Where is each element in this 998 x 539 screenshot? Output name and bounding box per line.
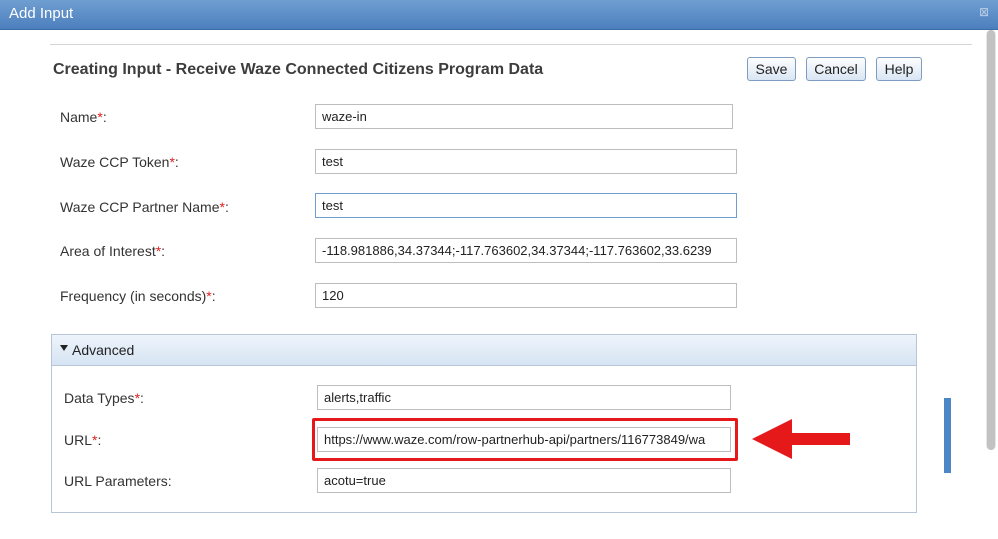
required-marker: * xyxy=(97,109,103,125)
url-parameters-field[interactable] xyxy=(317,468,731,493)
window-title: Add Input xyxy=(9,5,74,22)
divider xyxy=(50,44,972,45)
token-label: Waze CCP Token*: xyxy=(60,154,179,170)
required-marker: * xyxy=(206,288,212,304)
required-marker: * xyxy=(134,390,141,406)
name-label: Name*: xyxy=(60,109,107,125)
scrollbar-thumb[interactable] xyxy=(987,30,995,450)
window-titlebar: Add Input ⊠ xyxy=(0,0,998,30)
area-of-interest-field[interactable] xyxy=(315,238,737,263)
url-highlight-box xyxy=(312,418,738,461)
required-marker: * xyxy=(155,243,162,259)
frequency-field[interactable] xyxy=(315,283,737,308)
url-label: URL*: xyxy=(64,432,102,448)
scrollbar[interactable] xyxy=(986,30,996,450)
data-types-label: Data Types*: xyxy=(64,390,144,406)
partner-name-field[interactable] xyxy=(315,193,737,218)
name-field[interactable] xyxy=(315,104,733,129)
required-marker: * xyxy=(219,199,225,215)
data-types-field[interactable] xyxy=(317,385,731,410)
arrow-left-icon xyxy=(752,419,850,459)
required-marker: * xyxy=(169,154,175,170)
save-button[interactable]: Save xyxy=(747,57,796,81)
advanced-header[interactable]: Advanced xyxy=(52,335,916,366)
url-parameters-label: URL Parameters: xyxy=(64,473,172,489)
close-icon[interactable]: ⊠ xyxy=(979,5,989,19)
required-marker: * xyxy=(92,432,98,448)
token-field[interactable] xyxy=(315,149,737,174)
caret-down-icon[interactable] xyxy=(60,345,68,351)
area-of-interest-label: Area of Interest*: xyxy=(60,243,166,259)
help-button[interactable]: Help xyxy=(876,57,922,81)
partner-name-label: Waze CCP Partner Name*: xyxy=(60,199,229,215)
cancel-button[interactable]: Cancel xyxy=(806,57,866,81)
advanced-title: Advanced xyxy=(72,342,135,358)
page-title: Creating Input - Receive Waze Connected … xyxy=(53,61,544,78)
frequency-label: Frequency (in seconds)*: xyxy=(60,288,216,304)
side-panel-tab[interactable] xyxy=(944,398,951,473)
